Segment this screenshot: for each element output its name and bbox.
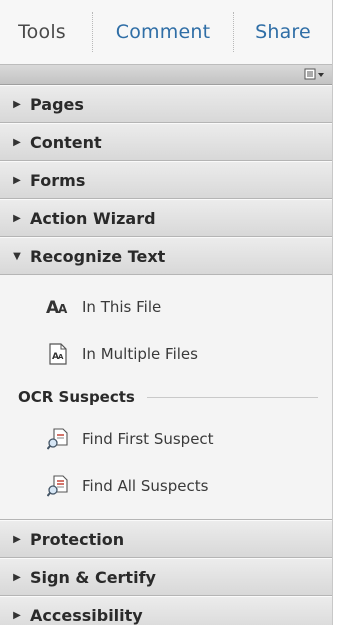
panel-options-button[interactable] (304, 68, 326, 81)
section-label: Forms (30, 170, 86, 190)
expanded-caret-icon: ▼ (13, 250, 21, 262)
svg-text:A: A (58, 353, 64, 361)
tab-comment[interactable]: Comment (93, 10, 233, 54)
section-content[interactable]: ▶ Content (0, 123, 332, 161)
section-action-wizard[interactable]: ▶ Action Wizard (0, 199, 332, 237)
find-first-suspect-tool[interactable]: Find First Suspect (0, 415, 332, 462)
section-label: Sign & Certify (30, 567, 156, 587)
tool-label: In This File (82, 297, 162, 316)
pane-tabs: Tools Comment Share (0, 0, 332, 64)
section-label: Pages (30, 94, 84, 114)
recognize-text-content: A A In This File A A In Multiple Files O… (0, 275, 332, 520)
group-divider (146, 396, 318, 398)
section-forms[interactable]: ▶ Forms (0, 161, 332, 199)
collapsed-caret-icon: ▶ (13, 571, 21, 583)
ocr-suspects-group: OCR Suspects (0, 379, 332, 415)
section-sign-certify[interactable]: ▶ Sign & Certify (0, 558, 332, 596)
document-aa-icon: A A (46, 342, 70, 366)
section-recognize-text[interactable]: ▼ Recognize Text (0, 237, 332, 275)
collapsed-caret-icon: ▶ (13, 212, 21, 224)
svg-text:A: A (58, 302, 68, 316)
section-pages[interactable]: ▶ Pages (0, 85, 332, 123)
tools-pane: Tools Comment Share ▶ Pages ▶ Content ▶ … (0, 0, 333, 625)
in-this-file-tool[interactable]: A A In This File (0, 283, 332, 330)
find-all-suspects-icon (46, 474, 70, 498)
collapsed-caret-icon: ▶ (13, 174, 21, 186)
section-label: Accessibility (30, 605, 143, 625)
tool-label: Find First Suspect (82, 429, 214, 448)
find-all-suspects-tool[interactable]: Find All Suspects (0, 462, 332, 509)
tool-label: Find All Suspects (82, 476, 209, 495)
panel-options-icon (304, 68, 324, 80)
section-protection[interactable]: ▶ Protection (0, 520, 332, 558)
collapsed-caret-icon: ▶ (13, 609, 21, 621)
tool-label: In Multiple Files (82, 344, 198, 363)
text-aa-icon: A A (46, 295, 70, 319)
section-label: Recognize Text (30, 246, 166, 266)
section-label: Protection (30, 529, 125, 549)
find-suspect-icon (46, 427, 70, 451)
tab-tools[interactable]: Tools (0, 10, 92, 54)
group-label: OCR Suspects (18, 388, 135, 406)
section-accessibility[interactable]: ▶ Accessibility (0, 596, 332, 625)
section-label: Action Wizard (30, 208, 156, 228)
tab-share[interactable]: Share (234, 10, 332, 54)
collapsed-caret-icon: ▶ (13, 136, 21, 148)
collapsed-caret-icon: ▶ (13, 533, 21, 545)
section-label: Content (30, 132, 102, 152)
in-multiple-files-tool[interactable]: A A In Multiple Files (0, 330, 332, 377)
options-strip (0, 64, 332, 85)
collapsed-caret-icon: ▶ (13, 98, 21, 110)
